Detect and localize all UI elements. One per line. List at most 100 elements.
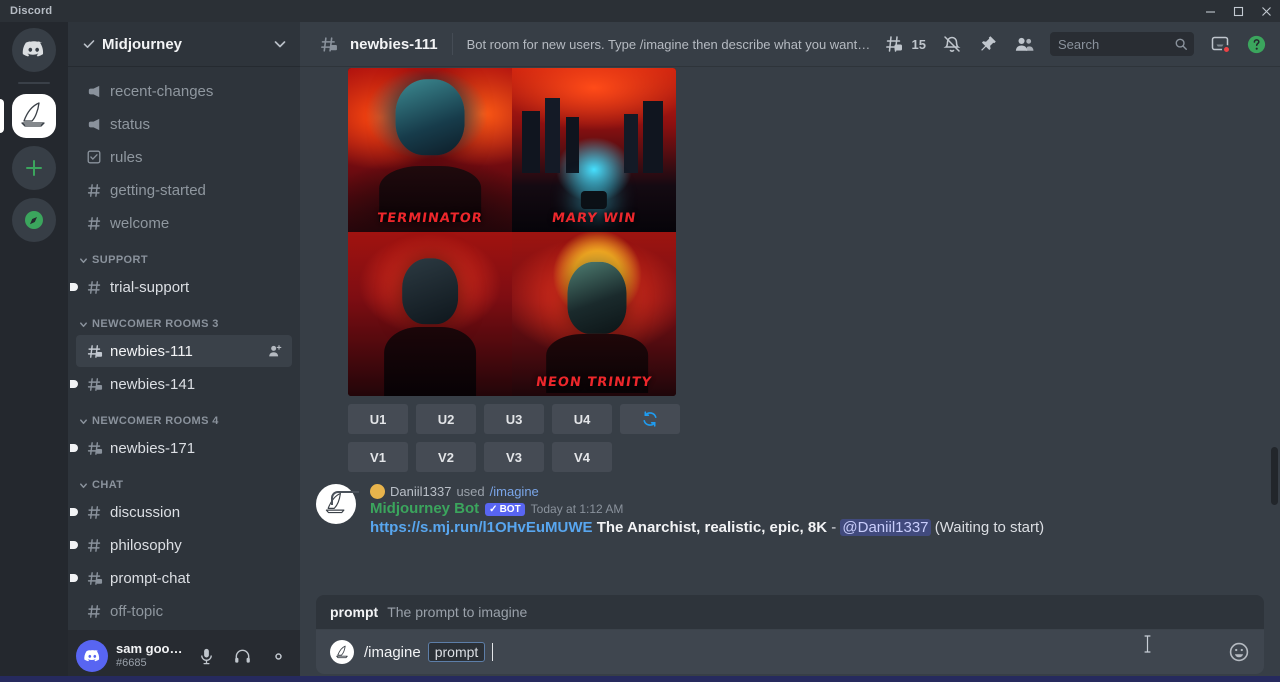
midjourney-sailboat-icon xyxy=(330,640,354,664)
unread-indicator xyxy=(70,541,78,549)
sidebar-item-prompt-chat[interactable]: prompt-chat xyxy=(76,562,292,594)
grid-tile-2[interactable]: MARY WIN xyxy=(512,68,676,232)
message-list[interactable]: TERMINATOR MARY WIN xyxy=(300,66,1280,595)
hash-icon xyxy=(84,279,104,296)
reroll-button[interactable] xyxy=(620,404,680,434)
command-used-text: used xyxy=(456,484,484,499)
grid-tile-1[interactable]: TERMINATOR xyxy=(348,68,512,232)
user-mention[interactable]: @Daniil1337 xyxy=(840,519,930,536)
category-newcomer-rooms-3[interactable]: NEWCOMER ROOMS 3 xyxy=(68,304,300,334)
server-header[interactable]: Midjourney xyxy=(68,22,300,66)
avatar[interactable] xyxy=(76,640,108,672)
category-newcomer-rooms-4[interactable]: NEWCOMER ROOMS 4 xyxy=(68,401,300,431)
hash-icon xyxy=(84,215,104,232)
command-argument-chip[interactable]: prompt xyxy=(428,642,486,662)
command-user[interactable]: Daniil1337 xyxy=(390,484,451,499)
message-separator: - xyxy=(831,519,836,536)
app-body: Midjourney recent-changes sta xyxy=(0,22,1280,682)
sidebar-item-philosophy[interactable]: philosophy xyxy=(76,529,292,561)
chevron-down-icon[interactable] xyxy=(272,36,288,52)
search-input[interactable]: Search xyxy=(1050,32,1194,56)
sidebar-item-rules[interactable]: rules xyxy=(76,141,292,173)
command-hint-bar: prompt The prompt to imagine xyxy=(316,595,1264,630)
maximize-button[interactable] xyxy=(1224,0,1252,22)
message-header: Midjourney Bot ✓ BOT Today at 1:12 AM xyxy=(370,500,1232,517)
selected-indicator xyxy=(0,99,4,133)
microphone-icon[interactable] xyxy=(192,641,220,671)
upscale-button-u3[interactable]: U3 xyxy=(484,404,544,434)
channel-label: newbies-111 xyxy=(110,343,260,360)
pin-icon[interactable] xyxy=(974,30,1002,58)
messages-scrollbar[interactable] xyxy=(1271,447,1278,505)
variation-button-v1[interactable]: V1 xyxy=(348,442,408,472)
home-button[interactable] xyxy=(12,28,56,72)
category-label: NEWCOMER ROOMS 4 xyxy=(92,415,219,427)
image-grid: TERMINATOR MARY WIN xyxy=(348,68,676,396)
avatar[interactable] xyxy=(370,484,385,499)
message-content: https://s.mj.run/l1OHvEuMUWE The Anarchi… xyxy=(370,518,1232,538)
hash-icon xyxy=(84,603,104,620)
unread-indicator xyxy=(70,444,78,452)
thread-connector xyxy=(331,491,359,505)
emoji-icon[interactable] xyxy=(1226,639,1252,665)
sidebar-item-newbies-111[interactable]: newbies-111 xyxy=(76,335,292,367)
hash-thread-icon xyxy=(314,30,342,58)
server-midjourney[interactable] xyxy=(12,94,56,138)
category-chat[interactable]: CHAT xyxy=(68,465,300,495)
sidebar-item-welcome[interactable]: welcome xyxy=(76,207,292,239)
app-title: Discord xyxy=(0,5,52,17)
close-button[interactable] xyxy=(1252,0,1280,22)
command-input-field[interactable]: /imagine prompt xyxy=(364,642,1216,662)
unread-indicator xyxy=(70,574,78,582)
grid-tile-3[interactable] xyxy=(348,232,512,396)
sidebar-item-discussion[interactable]: discussion xyxy=(76,496,292,528)
channel-label: newbies-141 xyxy=(110,376,284,393)
upscale-button-u2[interactable]: U2 xyxy=(416,404,476,434)
add-server-button[interactable] xyxy=(12,146,56,190)
threads-icon[interactable] xyxy=(880,30,908,58)
message-link[interactable]: https://s.mj.run/l1OHvEuMUWE xyxy=(370,519,593,536)
gear-icon[interactable] xyxy=(264,641,292,671)
sidebar-item-off-topic[interactable]: off-topic xyxy=(76,595,292,627)
channel-label: discussion xyxy=(110,504,284,521)
sidebar-item-newbies-141[interactable]: newbies-141 xyxy=(76,368,292,400)
search-icon xyxy=(1174,37,1188,51)
action-buttons: U1 U2 U3 U4 V1 V2 V3 xyxy=(300,396,1280,472)
unread-indicator xyxy=(70,508,78,516)
hash-thread-icon xyxy=(84,440,104,457)
headphones-icon[interactable] xyxy=(228,641,256,671)
category-support[interactable]: SUPPORT xyxy=(68,240,300,270)
command-option-description: The prompt to imagine xyxy=(387,604,527,620)
variation-button-v2[interactable]: V2 xyxy=(416,442,476,472)
sidebar-item-getting-started[interactable]: getting-started xyxy=(76,174,292,206)
minimize-button[interactable] xyxy=(1196,0,1224,22)
help-circle-icon[interactable] xyxy=(1242,30,1270,58)
message-author[interactable]: Midjourney Bot xyxy=(370,500,479,517)
members-icon[interactable] xyxy=(1010,30,1038,58)
sidebar-item-newbies-171[interactable]: newbies-171 xyxy=(76,432,292,464)
sidebar-item-trial-support[interactable]: trial-support xyxy=(76,271,292,303)
message-body: Daniil1337 used /imagine Midjourney Bot … xyxy=(370,484,1232,538)
message-input[interactable]: /imagine prompt xyxy=(316,630,1264,674)
upscale-button-u4[interactable]: U4 xyxy=(552,404,612,434)
search-placeholder: Search xyxy=(1058,37,1174,52)
user-info[interactable]: sam good... #6685 xyxy=(116,642,184,670)
channel-header: newbies-111 Bot room for new users. Type… xyxy=(300,22,1280,66)
chevron-down-icon xyxy=(78,416,89,427)
add-member-icon[interactable] xyxy=(266,343,284,359)
command-option-name: prompt xyxy=(330,604,378,620)
variation-button-v3[interactable]: V3 xyxy=(484,442,544,472)
rules-icon xyxy=(84,149,104,165)
channel-label: rules xyxy=(110,149,284,166)
grid-tile-4[interactable]: NEON TRINITY xyxy=(512,232,676,396)
explore-servers-button[interactable] xyxy=(12,198,56,242)
bell-muted-icon[interactable] xyxy=(938,30,966,58)
sidebar-item-status[interactable]: status xyxy=(76,108,292,140)
upscale-button-u1[interactable]: U1 xyxy=(348,404,408,434)
sidebar-item-recent-changes[interactable]: recent-changes xyxy=(76,75,292,107)
command-name[interactable]: /imagine xyxy=(490,484,539,499)
midjourney-image-grid[interactable]: TERMINATOR MARY WIN xyxy=(300,66,1280,396)
variation-button-v4[interactable]: V4 xyxy=(552,442,612,472)
inbox-icon[interactable] xyxy=(1206,30,1234,58)
hash-icon xyxy=(84,504,104,521)
